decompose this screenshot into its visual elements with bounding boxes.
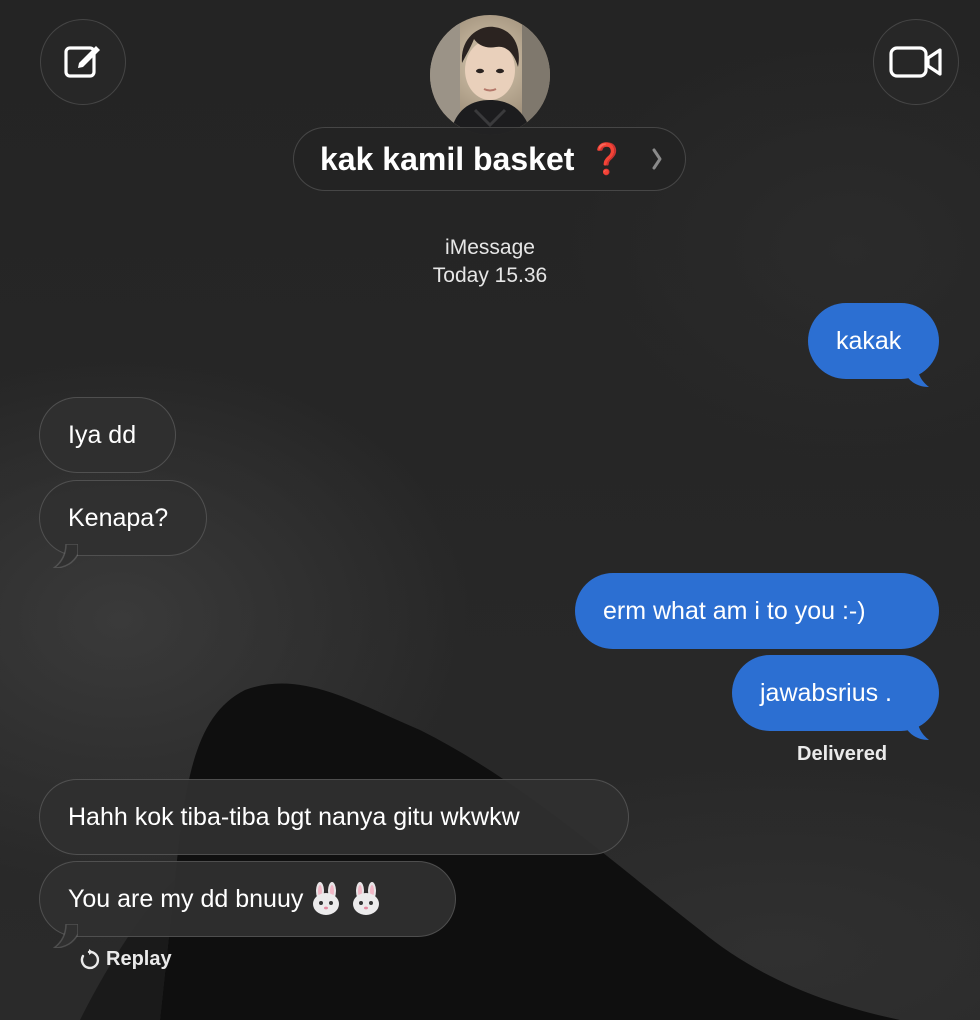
contact-name: kak kamil basket (320, 140, 575, 177)
message-text: jawabsrius . (760, 678, 892, 707)
contact-avatar[interactable] (430, 15, 550, 135)
message-bubble-incoming[interactable]: You are my dd bnuuy (39, 861, 456, 937)
message-text: erm what am i to you :-) (603, 596, 866, 625)
message-text: You are my dd bnuuy (68, 884, 304, 913)
replay-icon (80, 948, 100, 969)
timestamp: Today 15.36 (432, 264, 548, 287)
message-bubble-incoming[interactable]: Iya dd (39, 397, 176, 473)
message-bubble-incoming[interactable]: Hahh kok tiba-tiba bgt nanya gitu wkwkw (39, 779, 629, 855)
contact-name-button[interactable]: kak kamil basket ❓ (293, 127, 686, 191)
message-text: Kenapa? (68, 503, 169, 532)
video-call-button[interactable] (873, 19, 959, 105)
video-camera-icon (889, 46, 942, 78)
delivered-status: Delivered (797, 743, 888, 765)
bubble-tail (905, 716, 929, 740)
message-text: kakak (836, 326, 902, 355)
replay-button[interactable]: Replay (78, 948, 172, 971)
service-label: iMessage (445, 236, 535, 259)
message-bubble-outgoing[interactable]: erm what am i to you :-) (575, 573, 939, 649)
question-mark-icon: ❓ (588, 142, 626, 176)
rabbit-face-emoji (353, 882, 380, 915)
bubble-tail (52, 544, 78, 568)
message-text: Iya dd (68, 420, 137, 449)
bubble-tail (52, 924, 78, 948)
message-text: Hahh kok tiba-tiba bgt nanya gitu wkwkw (68, 802, 520, 831)
chevron-right-icon (652, 148, 662, 170)
rabbit-face-emoji (313, 882, 340, 915)
bubble-tail (905, 363, 929, 387)
compose-icon (64, 46, 100, 78)
compose-button[interactable] (40, 19, 126, 105)
replay-label: Replay (106, 948, 172, 970)
